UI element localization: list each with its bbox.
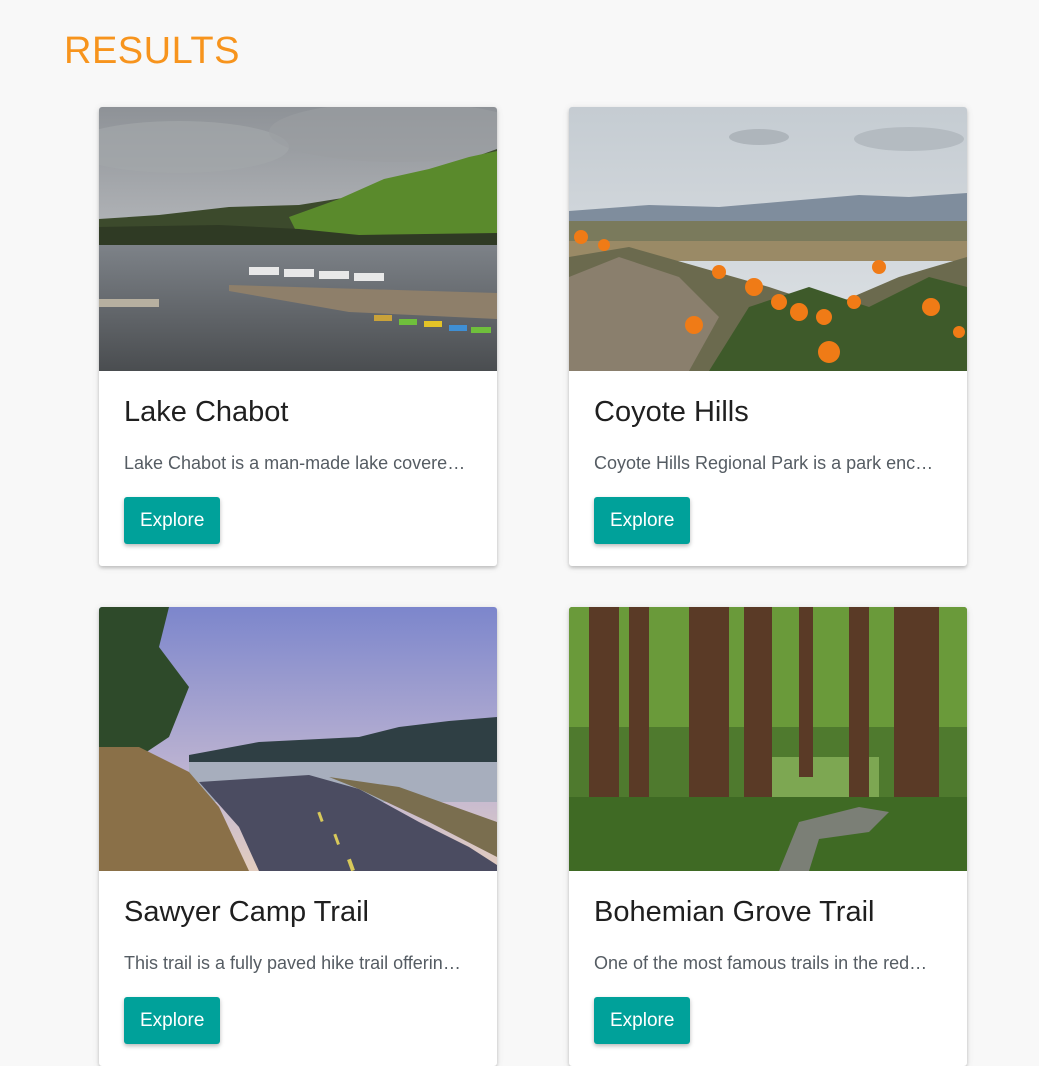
page-title: RESULTS xyxy=(64,30,240,72)
explore-button[interactable]: Explore xyxy=(124,497,221,544)
result-card-bohemian-grove-trail: Bohemian Grove Trail One of the most fam… xyxy=(569,607,967,1066)
card-title: Bohemian Grove Trail xyxy=(594,896,875,928)
card-description: Lake Chabot is a man-made lake covered w… xyxy=(124,453,469,473)
result-card-lake-chabot: Lake Chabot Lake Chabot is a man-made la… xyxy=(99,107,497,566)
card-description: Coyote Hills Regional Park is a park enc… xyxy=(594,453,939,473)
explore-button[interactable]: Explore xyxy=(124,997,221,1044)
bohemian-grove-trail-image xyxy=(569,607,967,871)
card-title: Lake Chabot xyxy=(124,396,289,428)
explore-button[interactable]: Explore xyxy=(594,997,691,1044)
sawyer-camp-trail-image xyxy=(99,607,497,871)
coyote-hills-image xyxy=(569,107,967,371)
result-card-sawyer-camp-trail: Sawyer Camp Trail This trail is a fully … xyxy=(99,607,497,1066)
result-card-coyote-hills: Coyote Hills Coyote Hills Regional Park … xyxy=(569,107,967,566)
card-title: Sawyer Camp Trail xyxy=(124,896,369,928)
explore-button[interactable]: Explore xyxy=(594,497,691,544)
lake-chabot-image xyxy=(99,107,497,371)
card-description: One of the most famous trails in the red… xyxy=(594,953,939,973)
card-title: Coyote Hills xyxy=(594,396,749,428)
card-description: This trail is a fully paved hike trail o… xyxy=(124,953,469,973)
